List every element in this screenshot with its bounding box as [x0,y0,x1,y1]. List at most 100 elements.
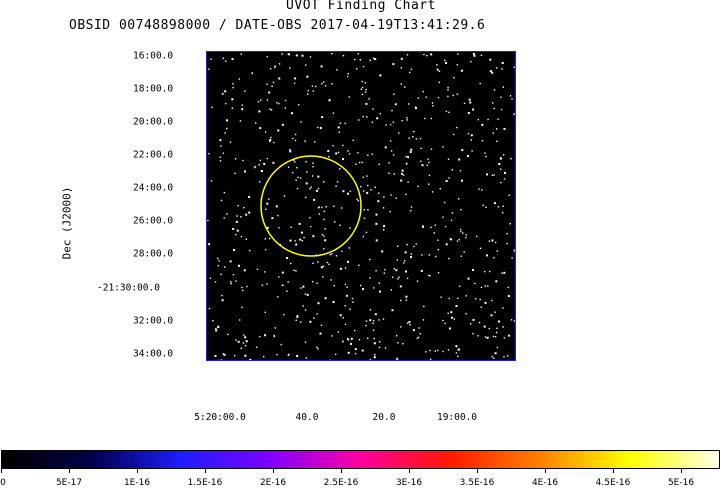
star-point [316,189,318,192]
star-point [383,272,385,274]
star-point [374,354,376,356]
star-point [459,228,462,231]
star-point [437,96,440,99]
star-point [405,155,407,158]
star-point [481,123,484,126]
star-point [301,231,303,234]
star-point [373,320,375,322]
star-point [445,180,448,182]
star-point [341,250,343,252]
star-point [305,196,307,199]
star-point [379,290,382,293]
star-point [418,327,420,329]
star-point [324,228,326,230]
star-point [501,68,503,70]
star-point [435,255,437,258]
star-point [287,53,289,55]
star-point [256,268,259,270]
star-point [224,266,226,268]
star-point [385,124,387,126]
star-point [207,219,209,222]
star-point [364,82,366,84]
star-point [313,317,315,319]
star-point [293,269,295,271]
y-tick-label: 26:00.0 [133,215,174,227]
star-point [313,198,316,201]
star-point [297,176,299,179]
star-point [374,186,376,188]
star-point [467,132,470,135]
star-point [447,95,449,98]
star-point [294,161,296,163]
star-point [238,264,240,267]
star-point [491,174,494,176]
star-point [504,171,506,174]
star-point [402,174,405,176]
star-point [273,335,275,338]
star-point [390,194,392,196]
star-point [406,54,409,56]
star-point [222,57,225,59]
star-point [502,212,504,214]
star-point [480,286,483,288]
star-point [448,297,450,300]
color-bar-tick-label: 2.5E-16 [323,478,359,488]
star-point [232,83,234,85]
star-point [245,213,248,216]
star-point [452,133,455,136]
star-point [310,225,312,228]
star-point [392,154,395,156]
star-point [304,309,307,311]
star-point [404,260,406,262]
star-point [293,82,296,85]
star-point [491,71,494,74]
star-point [444,322,446,325]
star-point [243,334,245,336]
star-point [456,126,458,129]
star-point [424,117,426,120]
star-point [296,187,299,190]
star-point [422,319,425,321]
star-point [400,179,403,182]
star-point [222,152,225,154]
y-tick-label: 24:00.0 [133,182,174,194]
star-point [419,333,421,335]
star-point [335,185,337,187]
star-point [237,205,239,207]
star-point [362,65,365,68]
star-point [281,271,284,274]
star-point [305,182,308,185]
star-point [367,154,369,156]
star-point [318,213,320,215]
star-point [417,336,420,339]
star-point [420,160,422,163]
star-point [409,151,412,154]
chart-subtitle: OBSID 00748898000 / DATE-OBS 2017-04-19T… [69,18,486,33]
star-point [278,276,280,278]
y-tick-label: 18:00.0 [133,83,174,95]
star-point [442,319,444,322]
star-point [302,305,304,307]
star-point [253,166,256,169]
star-point [222,93,224,95]
star-point [494,241,497,244]
star-point [448,257,450,260]
sky-image-canvas [207,52,515,360]
star-point [428,254,430,256]
star-point [433,232,435,234]
star-point [496,327,498,329]
star-point [348,247,350,249]
star-point [489,270,491,273]
star-point [415,243,417,245]
star-point [235,233,237,236]
star-point [363,217,366,219]
star-point [321,206,323,209]
star-point [484,152,486,154]
star-point [312,262,314,264]
star-point [244,336,247,339]
star-point [335,353,337,356]
star-point [240,235,243,238]
star-point [281,284,284,286]
star-point [455,305,458,307]
star-point [488,327,490,330]
